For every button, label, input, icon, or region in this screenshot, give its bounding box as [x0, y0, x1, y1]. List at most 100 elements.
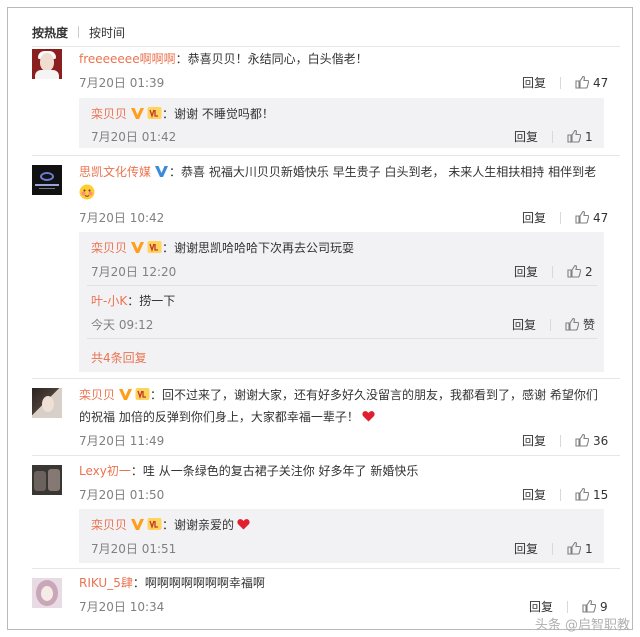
comment-actions: 回复 36 — [522, 432, 608, 449]
reply: 栾贝贝 ：谢谢思凯哈哈哈下次再去公司玩耍 — [91, 241, 355, 255]
avatar[interactable] — [32, 465, 62, 495]
reply-username[interactable]: 叶-小K — [91, 294, 127, 308]
comment-text: 恭喜 祝福大川贝贝新婚快乐 早生贵子 白头到老， 未来人生相扶相持 相伴到老 — [181, 165, 597, 179]
verified-icon — [155, 166, 169, 177]
divider — [32, 46, 620, 47]
reply: 叶-小K：捞一下 — [91, 294, 176, 308]
reply-username[interactable]: 栾贝贝 — [91, 107, 127, 121]
like-button[interactable]: 47 — [575, 76, 608, 90]
member-level-icon — [135, 388, 150, 400]
like-button[interactable]: 36 — [575, 434, 608, 448]
member-level-icon — [147, 241, 162, 253]
divider — [32, 455, 620, 456]
thumbs-up-icon — [575, 211, 590, 224]
show-all-replies-link[interactable]: 共4条回复 — [91, 349, 147, 366]
comment-username[interactable]: 思凯文化传媒 — [79, 165, 151, 179]
verified-icon — [119, 389, 133, 400]
comment-text: 的祝福 加倍的反弹到你们身上，大家都幸福一辈子！ — [79, 410, 359, 424]
comment: RIKU_5肆：啊啊啊啊啊啊啊幸福啊 — [79, 576, 265, 590]
divider — [32, 568, 620, 569]
like-button[interactable]: 2 — [567, 265, 593, 279]
avatar[interactable] — [32, 165, 62, 195]
comment: 思凯文化传媒 ：恭喜 祝福大川贝贝新婚快乐 早生贵子 白头到老， 未来人生相扶相持… — [79, 165, 597, 179]
comment-username[interactable]: freeeeeee啊啊啊 — [79, 52, 176, 66]
comment: Lexy初一：哇 从一条绿色的复古裙子关注你 好多年了 新婚快乐 — [79, 464, 419, 478]
thumbs-up-icon — [567, 130, 582, 143]
like-button[interactable]: 1 — [567, 542, 593, 556]
reply-time: 今天 09:12 — [91, 318, 154, 332]
member-level-icon — [147, 107, 162, 119]
reply-button[interactable]: 回复 — [514, 130, 538, 144]
divider — [87, 338, 597, 339]
reply-button[interactable]: 回复 — [529, 600, 553, 614]
action-divider — [560, 435, 562, 447]
sort-by-hot[interactable]: 按热度 — [32, 26, 68, 40]
comment-continuation: 的祝福 加倍的反弹到你们身上，大家都幸福一辈子！ — [79, 409, 375, 425]
reply-username[interactable]: 栾贝贝 — [91, 518, 127, 532]
like-button[interactable]: 赞 — [565, 318, 595, 332]
shy-face-emoji-icon — [79, 184, 95, 200]
comment-text: 啊啊啊啊啊啊啊幸福啊 — [144, 576, 265, 590]
comment-text: 哇 从一条绿色的复古裙子关注你 好多年了 新婚快乐 — [142, 464, 419, 478]
like-button[interactable]: 9 — [582, 600, 608, 614]
sort-bar: 按热度 按时间 — [32, 24, 125, 41]
reply-button[interactable]: 回复 — [522, 434, 546, 448]
reply: 栾贝贝 ：谢谢亲爱的 — [91, 517, 250, 533]
comment-emoji-line — [79, 184, 95, 201]
comment: freeeeeee啊啊啊：恭喜贝贝！永结同心，白头偕老！ — [79, 52, 368, 66]
action-divider — [552, 543, 554, 555]
reply-actions: 回复 1 — [514, 540, 593, 557]
like-button[interactable]: 15 — [575, 488, 608, 502]
thumbs-up-icon — [575, 488, 590, 501]
reply-button[interactable]: 回复 — [522, 488, 546, 502]
avatar[interactable] — [32, 578, 62, 608]
sort-by-time[interactable]: 按时间 — [89, 26, 125, 40]
reply-button[interactable]: 回复 — [514, 265, 538, 279]
like-button[interactable]: 1 — [567, 130, 593, 144]
comment-actions: 回复 9 — [529, 598, 608, 615]
comment-username[interactable]: Lexy初一 — [79, 464, 131, 478]
reply-time: 7月20日 01:51 — [91, 542, 177, 556]
thumbs-up-icon — [582, 600, 597, 613]
heart-icon — [237, 519, 250, 530]
reply-actions: 回复 2 — [514, 263, 593, 280]
action-divider — [552, 131, 554, 143]
verified-icon — [131, 108, 145, 119]
reply-text: 谢谢思凯哈哈哈下次再去公司玩耍 — [174, 241, 355, 255]
divider — [32, 155, 620, 156]
reply-button[interactable]: 回复 — [512, 318, 536, 332]
like-count: 36 — [593, 434, 609, 448]
like-count: 47 — [593, 76, 609, 90]
reply-username[interactable]: 栾贝贝 — [91, 241, 127, 255]
reply-button[interactable]: 回复 — [522, 76, 546, 90]
heart-icon — [362, 411, 375, 422]
action-divider — [567, 601, 569, 613]
thumbs-up-icon — [567, 265, 582, 278]
reply-button[interactable]: 回复 — [522, 211, 546, 225]
comment-actions: 回复 15 — [522, 486, 608, 503]
avatar[interactable] — [32, 388, 62, 418]
like-count: 2 — [585, 265, 593, 279]
comment-username[interactable]: RIKU_5肆 — [79, 576, 133, 590]
like-button[interactable]: 47 — [575, 211, 608, 225]
thumbs-up-icon — [575, 76, 590, 89]
thumbs-up-icon — [565, 318, 580, 331]
comment-text: 恭喜贝贝！永结同心，白头偕老！ — [187, 52, 368, 66]
action-divider — [560, 77, 562, 89]
comment-time: 7月20日 11:49 — [79, 434, 165, 448]
like-count: 1 — [585, 130, 593, 144]
reply-button[interactable]: 回复 — [514, 542, 538, 556]
avatar[interactable] — [32, 49, 62, 79]
divider — [32, 378, 620, 379]
sort-divider — [78, 26, 80, 38]
action-divider — [560, 489, 562, 501]
reply-time: 7月20日 01:42 — [91, 130, 177, 144]
like-label: 赞 — [583, 318, 596, 332]
comment-time: 7月20日 01:39 — [79, 76, 165, 90]
thumbs-up-icon — [575, 434, 590, 447]
like-count: 9 — [600, 600, 608, 614]
comment-actions: 回复 47 — [522, 209, 608, 226]
reply-text: 谢谢亲爱的 — [174, 518, 235, 532]
verified-icon — [131, 519, 145, 530]
comment-username[interactable]: 栾贝贝 — [79, 388, 115, 402]
